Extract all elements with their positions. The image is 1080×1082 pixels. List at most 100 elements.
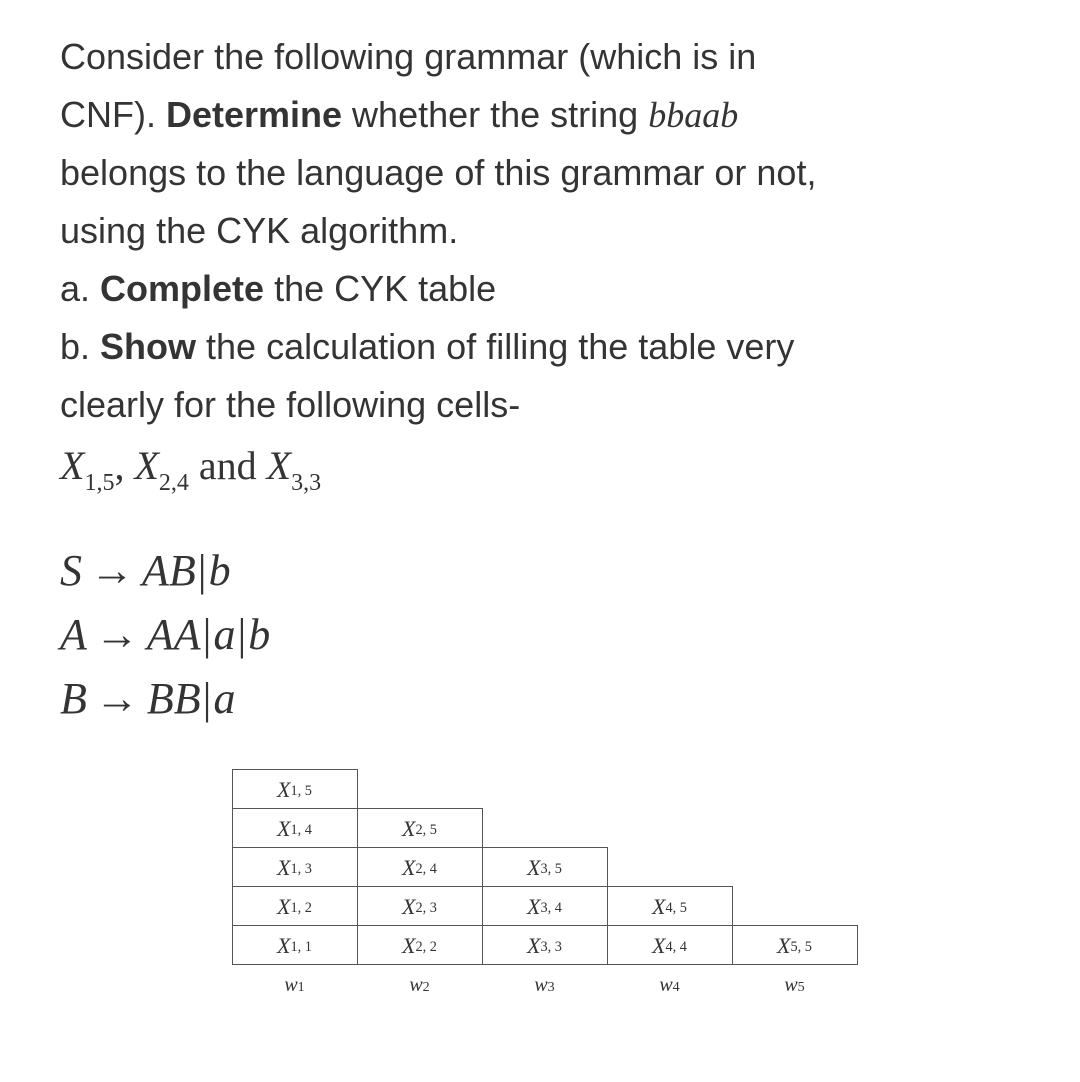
intro-line-3: belongs to the language of this grammar … xyxy=(60,146,1030,200)
cyk-row: X1, 1X2, 2X3, 3X4, 4X5, 5 xyxy=(233,926,858,965)
g2-lhs: A xyxy=(60,610,87,659)
intro-string-bbaab: bbaab xyxy=(648,95,738,135)
cell-comma: , xyxy=(114,443,134,488)
cyk-cell-x: X xyxy=(527,929,540,962)
g1-lhs: S xyxy=(60,546,82,595)
cyk-w-sub: 5 xyxy=(798,977,805,998)
cyk-cell-x: X xyxy=(527,851,540,884)
cyk-w-label: w xyxy=(659,970,672,1000)
cyk-w-label: w xyxy=(284,970,297,1000)
cyk-cell-x: X xyxy=(652,929,665,962)
cyk-cell-x: X xyxy=(402,890,415,923)
cell-s1: 1,5 xyxy=(84,470,114,496)
intro-line-1: Consider the following grammar (which is… xyxy=(60,30,1030,84)
cyk-cell-x: X xyxy=(277,851,290,884)
g1-arrow: → xyxy=(82,546,142,595)
cyk-cell-sub: 4, 4 xyxy=(666,937,687,958)
part-b-rest: the calculation of filling the table ver… xyxy=(196,326,794,367)
cell-and: and xyxy=(189,443,267,488)
cyk-row: X1, 2X2, 3X3, 4X4, 5 xyxy=(233,887,858,926)
g1-pipe: | xyxy=(196,546,209,595)
cyk-cell-sub: 1, 2 xyxy=(291,898,312,919)
cyk-w-cell: w5 xyxy=(732,965,858,1005)
cyk-cell-x: X xyxy=(652,890,665,923)
intro-text-3: belongs to the language of this grammar … xyxy=(60,152,816,193)
part-a-prefix: a. xyxy=(60,268,100,309)
intro-text-2a: CNF). xyxy=(60,94,166,135)
cyk-cell: X2, 4 xyxy=(357,847,483,887)
cyk-cell: X3, 4 xyxy=(482,886,608,926)
intro-text-1: Consider the following grammar (which is… xyxy=(60,36,756,77)
cyk-cell-sub: 4, 5 xyxy=(666,898,687,919)
cyk-cell-sub: 5, 5 xyxy=(791,937,812,958)
g1-rhs2: b xyxy=(209,546,231,595)
part-b-line-2-text: clearly for the following cells- xyxy=(60,384,520,425)
cyk-w-label: w xyxy=(409,970,422,1000)
part-a-rest: the CYK table xyxy=(264,268,496,309)
cyk-cell: X4, 5 xyxy=(607,886,733,926)
g2-pipe2: | xyxy=(235,610,248,659)
grammar-rule-2: A→AA|a|b xyxy=(60,603,1030,667)
intro-text-4: using the CYK algorithm. xyxy=(60,210,458,251)
g2-rhs1: AA xyxy=(147,610,201,659)
cyk-cell: X2, 2 xyxy=(357,925,483,965)
cyk-cell-x: X xyxy=(777,929,790,962)
cyk-cell-sub: 2, 4 xyxy=(416,859,437,880)
cyk-cell-x: X xyxy=(402,812,415,845)
cyk-cell-sub: 3, 5 xyxy=(541,859,562,880)
cyk-w-sub: 4 xyxy=(673,977,680,998)
cyk-table: X1, 5X1, 4X2, 5X1, 3X2, 4X3, 5X1, 2X2, 3… xyxy=(233,770,858,1005)
g3-lhs: B xyxy=(60,674,87,723)
part-b-bold: Show xyxy=(100,326,196,367)
cyk-cell-sub: 2, 5 xyxy=(416,820,437,841)
cyk-cell-sub: 1, 5 xyxy=(291,781,312,802)
g3-rhs2: a xyxy=(213,674,235,723)
cyk-cell: X1, 1 xyxy=(232,925,358,965)
cyk-w-sub: 3 xyxy=(548,977,555,998)
g2-arrow: → xyxy=(87,610,147,659)
g2-rhs3: b xyxy=(248,610,270,659)
cyk-cell-x: X xyxy=(527,890,540,923)
cyk-w-label: w xyxy=(534,970,547,1000)
cyk-cell-x: X xyxy=(277,773,290,806)
grammar-block: S→AB|b A→AA|a|b B→BB|a xyxy=(60,539,1030,730)
g2-rhs2: a xyxy=(213,610,235,659)
cyk-w-sub: 2 xyxy=(423,977,430,998)
cyk-row: X1, 5 xyxy=(233,770,858,809)
cells-line: X1,5, X2,4 and X3,3 xyxy=(60,436,1030,499)
grammar-rule-1: S→AB|b xyxy=(60,539,1030,603)
intro-line-4: using the CYK algorithm. xyxy=(60,204,1030,258)
cyk-w-cell: w2 xyxy=(357,965,483,1005)
part-b-prefix: b. xyxy=(60,326,100,367)
cyk-w-cell: w1 xyxy=(232,965,358,1005)
cyk-row: X1, 4 X2, 5 xyxy=(233,809,858,848)
g1-rhs1: AB xyxy=(142,546,196,595)
cyk-cell: X3, 5 xyxy=(482,847,608,887)
cyk-cell-x: X xyxy=(402,929,415,962)
page: Consider the following grammar (which is… xyxy=(0,0,1080,1082)
intro-line-2: CNF). Determine whether the string bbaab xyxy=(60,88,1030,142)
cell-s2: 2,4 xyxy=(159,470,189,496)
grammar-rule-3: B→BB|a xyxy=(60,667,1030,731)
g3-rhs1: BB xyxy=(147,674,201,723)
cyk-cell: X1, 2 xyxy=(232,886,358,926)
cyk-cell: X1, 4 xyxy=(232,808,358,848)
g3-arrow: → xyxy=(87,674,147,723)
cyk-cell: X1, 5 xyxy=(232,769,358,809)
part-a-bold: Complete xyxy=(100,268,264,309)
cyk-w-cell: w4 xyxy=(607,965,733,1005)
cyk-cell-sub: 1, 4 xyxy=(291,820,312,841)
cyk-w-cell: w3 xyxy=(482,965,608,1005)
g3-pipe: | xyxy=(201,674,214,723)
cyk-cell: X5, 5 xyxy=(732,925,858,965)
intro-bold-determine: Determine xyxy=(166,94,342,135)
cyk-cell-x: X xyxy=(402,851,415,884)
cell-s3: 3,3 xyxy=(291,470,321,496)
cyk-cell-sub: 2, 3 xyxy=(416,898,437,919)
cyk-cell: X2, 3 xyxy=(357,886,483,926)
intro-text-2c: whether the string xyxy=(342,94,648,135)
cyk-cell-sub: 1, 3 xyxy=(291,859,312,880)
cell-x3: X xyxy=(267,443,291,488)
cyk-cell-sub: 1, 1 xyxy=(291,937,312,958)
cyk-w-row: w1w2w3w4w5 xyxy=(233,965,858,1005)
